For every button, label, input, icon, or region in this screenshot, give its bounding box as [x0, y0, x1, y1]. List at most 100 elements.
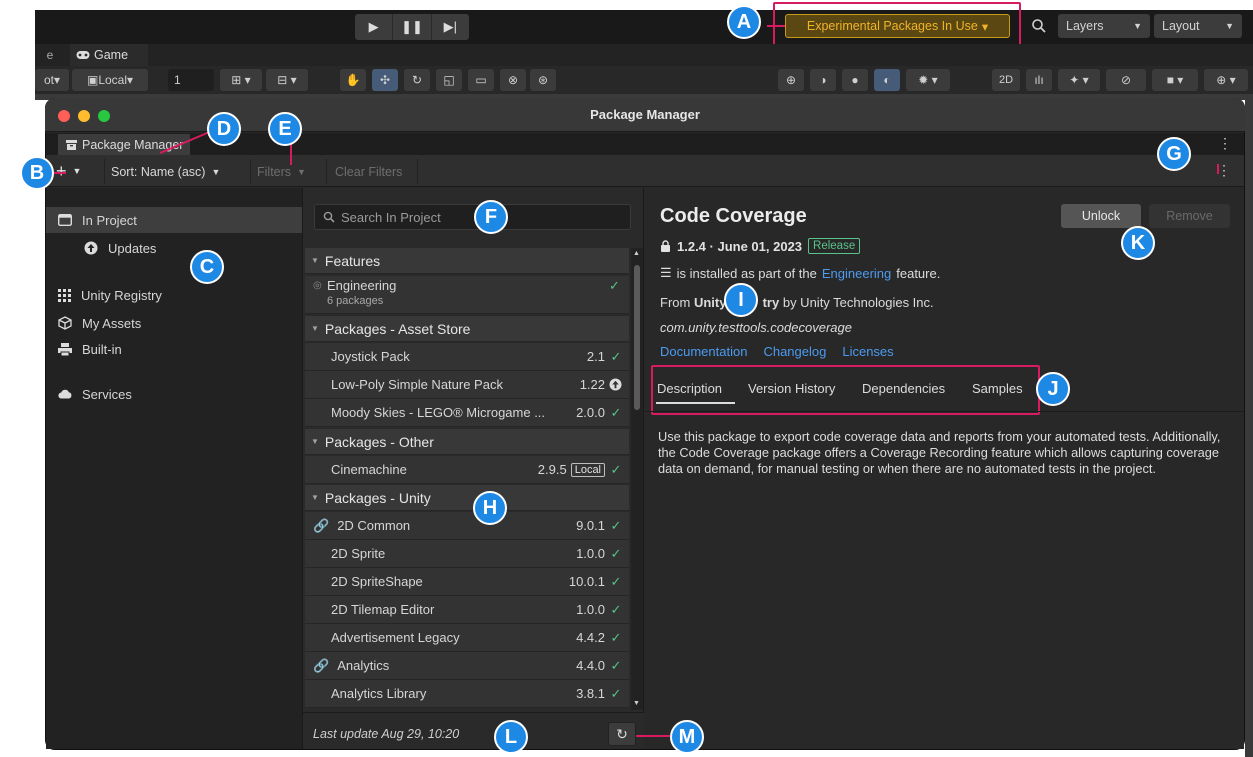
step-button[interactable]: ▶| — [432, 14, 469, 40]
licenses-link[interactable]: Licenses — [842, 344, 893, 359]
tab-more-icon[interactable]: ⋮ — [1218, 135, 1232, 153]
shaded-icon[interactable]: ● — [842, 69, 868, 91]
tab-samples[interactable]: Samples — [972, 381, 1023, 396]
link-icon: 🔗 — [313, 657, 330, 673]
list-item[interactable]: 🔗 2D Common 9.0.1 ✓ — [305, 512, 629, 540]
rect-tool-icon[interactable]: ▭ — [468, 69, 494, 91]
list-item[interactable]: Cinemachine 2.9.5 Local ✓ — [305, 456, 629, 484]
layout-dropdown[interactable]: Layout ▼ — [1154, 14, 1242, 38]
experimental-packages-button[interactable]: Experimental Packages In Use ▾ — [785, 14, 1010, 38]
group-title: Packages - Other — [324, 433, 434, 450]
tab-description[interactable]: Description — [657, 381, 722, 396]
package-title: Code Coverage — [660, 205, 807, 227]
sidebar-item-my-assets[interactable]: My Assets — [46, 310, 302, 336]
group-header-asset-store[interactable]: ▼ Packages - Asset Store — [305, 316, 629, 342]
unlock-button[interactable]: Unlock — [1061, 204, 1141, 228]
camera-dropdown[interactable]: ■ ▾ — [1152, 69, 1198, 91]
tab-game[interactable]: Game — [70, 44, 148, 66]
filters-dropdown[interactable]: Filters ▼ — [250, 159, 322, 184]
chevron-down-icon: ▼ — [311, 324, 319, 333]
sidebar-item-built-in[interactable]: Built-in — [46, 336, 302, 362]
list-item[interactable]: Low-Poly Simple Nature Pack 1.22 — [305, 371, 629, 399]
wireframe-icon[interactable]: ⊕ — [778, 69, 804, 91]
list-item-engineering[interactable]: ◎ Engineering 6 packages ✓ — [305, 276, 629, 314]
list-item[interactable]: 2D Tilemap Editor 1.0.0 ✓ — [305, 596, 629, 624]
pivot-dropdown[interactable]: ot ▾ — [35, 69, 69, 91]
list-item[interactable]: Advertisement Legacy 4.4.2 ✓ — [305, 624, 629, 652]
rotate-tool-icon[interactable]: ↻ — [404, 69, 430, 91]
sidebar-item-updates[interactable]: Updates — [46, 235, 302, 261]
tab-dependencies[interactable]: Dependencies — [862, 381, 945, 396]
sidebar-item-services[interactable]: Services — [46, 381, 302, 407]
2d-toggle[interactable]: 2D — [992, 69, 1020, 91]
check-icon: ✓ — [610, 517, 622, 533]
shaded-wireframe-icon[interactable]: ◑ — [810, 69, 836, 91]
gizmos-dropdown[interactable]: ⊕ ▾ — [1204, 69, 1248, 91]
custom-tool-icon[interactable]: ⊛ — [530, 69, 556, 91]
list-item-name: Moody Skies - LEGO® Microgame ... — [331, 405, 546, 420]
hidden-objects-icon[interactable]: ⊘ — [1106, 69, 1146, 91]
chevron-down-icon: ▼ — [211, 166, 221, 177]
tab-version-history[interactable]: Version History — [748, 381, 835, 396]
sidebar-item-label: Unity Registry — [81, 287, 162, 303]
registry-name-end: try — [762, 295, 780, 310]
group-header-features[interactable]: ▼ Features — [305, 248, 629, 274]
scrollbar-thumb[interactable] — [634, 265, 640, 410]
list-item[interactable]: Joystick Pack 2.1 ✓ — [305, 343, 629, 371]
filters-label: Filters — [257, 164, 292, 179]
feature-link[interactable]: Engineering — [822, 266, 891, 281]
feature-stack-icon: ☰ — [660, 265, 672, 280]
list-item[interactable]: Analytics Library 3.8.1 ✓ — [305, 680, 629, 708]
effects-dropdown[interactable]: ✦ ▾ — [1058, 69, 1100, 91]
hand-tool-icon[interactable]: ✋ — [340, 69, 366, 91]
search-icon[interactable] — [1030, 17, 1048, 35]
divider — [645, 411, 1244, 412]
marker-c: C — [190, 250, 224, 284]
tab-package-manager[interactable]: Package Manager — [58, 134, 190, 155]
remove-button[interactable]: Remove — [1149, 204, 1230, 228]
list-item-version: 2.1 — [586, 349, 605, 364]
grid-snap-dropdown[interactable]: ⊞ ▾ — [220, 69, 262, 91]
group-header-other[interactable]: ▼ Packages - Other — [305, 429, 629, 455]
marker-j: J — [1036, 372, 1070, 406]
list-item[interactable]: Moody Skies - LEGO® Microgame ... 2.0.0 … — [305, 399, 629, 427]
clear-filters-button[interactable]: Clear Filters — [326, 159, 418, 184]
group-title: Packages - Unity — [324, 489, 431, 506]
group-header-unity[interactable]: ▼ Packages - Unity — [305, 485, 629, 511]
changelog-link[interactable]: Changelog — [763, 344, 826, 359]
documentation-link[interactable]: Documentation — [660, 344, 747, 359]
check-icon: ✓ — [609, 278, 620, 293]
transform-tool-icon[interactable]: ⊗ — [500, 69, 526, 91]
cube-icon: ▣ — [86, 73, 99, 87]
increment-snap-dropdown[interactable]: ⊟ ▾ — [266, 69, 308, 91]
scroll-down-icon[interactable]: ▼ — [633, 700, 640, 707]
active-tab-indicator — [656, 402, 735, 404]
list-item[interactable]: 2D SpriteShape 10.0.1 ✓ — [305, 568, 629, 596]
sidebar-item-unity-registry[interactable]: Unity Registry — [46, 282, 302, 308]
lighting-icon[interactable]: ◐ — [874, 69, 900, 91]
add-package-button[interactable]: + ▼ — [52, 158, 98, 184]
lock-icon — [660, 240, 671, 252]
play-button[interactable]: ▶ — [355, 14, 394, 40]
list-item[interactable]: 2D Sprite 1.0.0 ✓ — [305, 540, 629, 568]
local-dropdown[interactable]: ▣ Local ▾ — [72, 69, 148, 91]
sidebar-item-in-project[interactable]: In Project — [46, 207, 302, 233]
previous-tab[interactable]: e — [35, 44, 65, 66]
scale-tool-icon[interactable]: ◱ — [436, 69, 462, 91]
group-title: Features — [324, 252, 381, 269]
chevron-down-icon: ▼ — [311, 256, 319, 265]
package-links: Documentation Changelog Licenses — [660, 344, 894, 359]
refresh-button[interactable]: ↻ — [608, 722, 636, 746]
sort-dropdown[interactable]: Sort: Name (asc) ▼ — [104, 159, 246, 184]
search-input[interactable]: Search In Project — [314, 204, 631, 230]
scroll-up-icon[interactable]: ▲ — [633, 250, 640, 257]
move-tool-icon[interactable]: ✣ — [372, 69, 398, 91]
list-item[interactable]: 🔗 Analytics 4.4.0 ✓ — [305, 652, 629, 680]
pause-button[interactable]: ❚❚ — [393, 14, 432, 40]
audio-toggle-icon[interactable]: ılı — [1026, 69, 1052, 91]
debug-dropdown[interactable]: ✹ ▾ — [906, 69, 950, 91]
layers-dropdown[interactable]: Layers ▼ — [1058, 14, 1150, 38]
marker-m: M — [670, 720, 704, 754]
layer-number-field[interactable]: 1 — [168, 69, 214, 91]
release-badge: Release — [808, 238, 861, 254]
